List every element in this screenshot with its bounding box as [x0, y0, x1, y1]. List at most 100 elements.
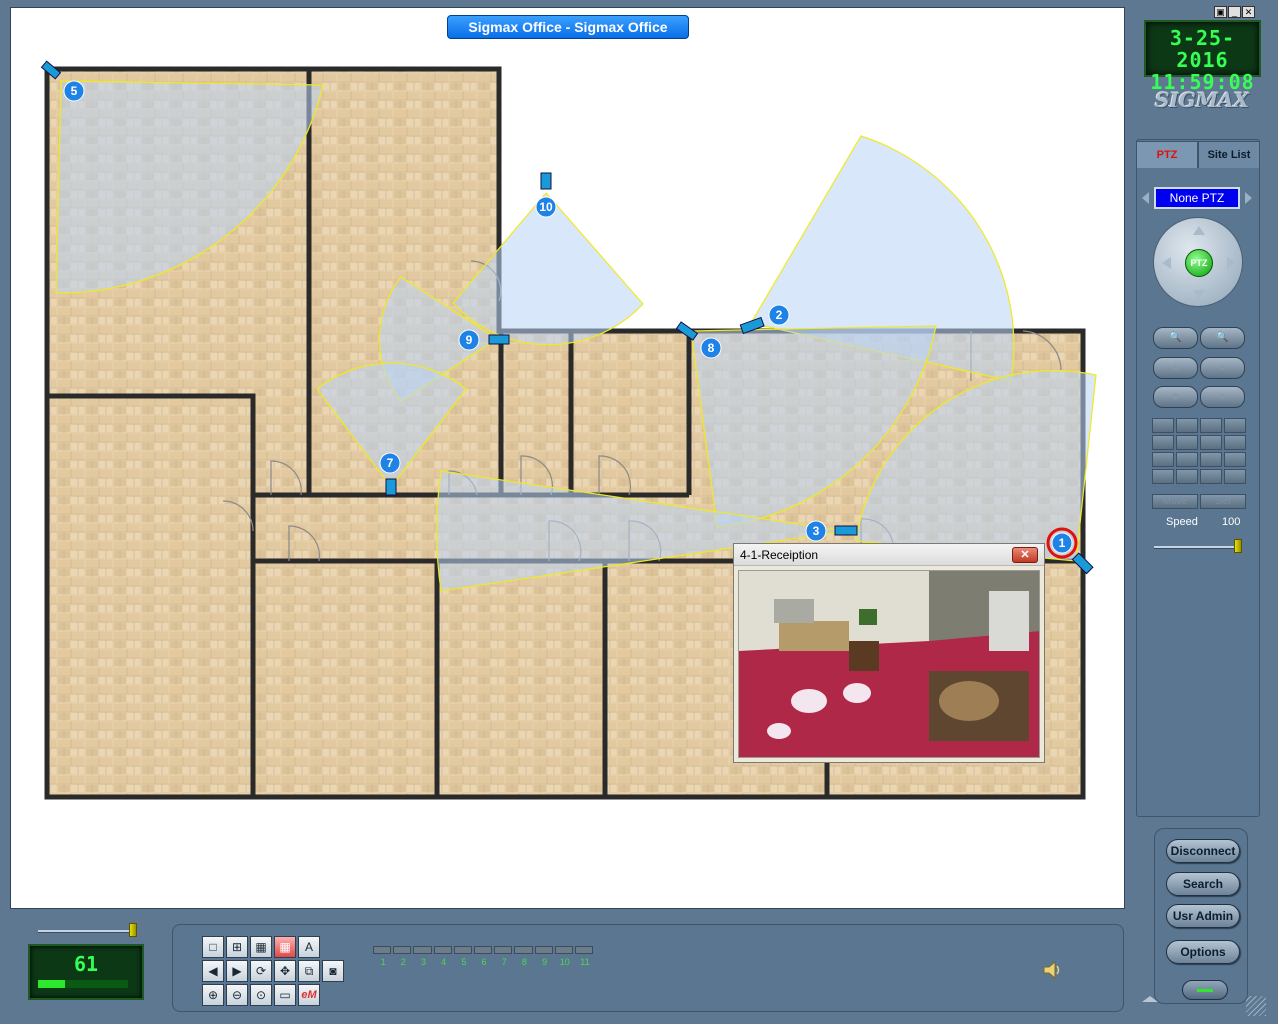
map-zoom-slider-track[interactable] [38, 930, 136, 933]
preset-button[interactable] [1152, 452, 1174, 467]
prev-arrow-icon[interactable]: ◀ [202, 960, 224, 982]
iris-close-button[interactable]: ◆ [1153, 386, 1198, 408]
zoom-out-button[interactable]: 🔍 [1153, 327, 1198, 349]
snapshot-camera-icon[interactable]: ◙ [322, 960, 344, 982]
speaker-icon[interactable] [1041, 959, 1063, 981]
preset-button[interactable] [1176, 469, 1198, 484]
resize-grip-icon[interactable] [1246, 996, 1266, 1016]
tab-ptz[interactable]: PTZ [1136, 141, 1198, 168]
channel-status-cell [393, 946, 412, 954]
pan-down-arrow-icon[interactable] [1193, 290, 1205, 299]
video-popup-titlebar[interactable]: 4-1-Receiption ✕ [734, 544, 1044, 566]
minimize-window-button[interactable]: _ [1228, 6, 1241, 18]
disconnect-button[interactable]: Disconnect [1166, 839, 1240, 863]
channel-status-cell [534, 946, 553, 954]
floor-map[interactable]: 5 10 9 7 8 2 3 1 Sigmax Office - Sigmax … [10, 7, 1125, 909]
options-button[interactable]: Options [1166, 940, 1240, 964]
sixteen-view-icon[interactable]: ▦ [274, 936, 296, 958]
quad-view-icon[interactable]: ⊞ [226, 936, 248, 958]
video-popup-window[interactable]: 4-1-Receiption ✕ [733, 543, 1045, 763]
camera-3-label: 3 [813, 524, 820, 538]
next-arrow-icon[interactable]: ▶ [226, 960, 248, 982]
preset-button[interactable] [1152, 469, 1174, 484]
camera-7-label: 7 [387, 456, 394, 470]
preset-button[interactable] [1224, 435, 1246, 450]
preset-button[interactable] [1224, 469, 1246, 484]
search-button[interactable]: Search [1166, 872, 1240, 896]
speed-label: Speed [1166, 516, 1198, 528]
focus-far-button[interactable]: ▲ [1200, 357, 1245, 379]
channel-counter-display: 61 [28, 944, 144, 1000]
pan-right-arrow-icon[interactable] [1227, 257, 1236, 269]
zoom-reset-icon[interactable]: ⊙ [250, 984, 272, 1006]
iris-control-row: ◆ ◂▸ [1152, 386, 1246, 408]
iris-open-button[interactable]: ◂▸ [1200, 386, 1245, 408]
speed-slider-thumb[interactable] [1234, 539, 1242, 553]
preset-button[interactable] [1224, 418, 1246, 433]
preset-button[interactable] [1200, 435, 1222, 450]
zoom-in-icon[interactable]: ⊕ [202, 984, 224, 1006]
ptz-prev-arrow-icon[interactable] [1142, 192, 1149, 204]
preset-button[interactable] [1152, 418, 1174, 433]
copy-icon[interactable]: ⧉ [298, 960, 320, 982]
channel-number[interactable]: 4 [434, 957, 454, 967]
preset-button[interactable] [1200, 452, 1222, 467]
channel-status-cell [413, 946, 432, 954]
channel-number[interactable]: 8 [514, 957, 534, 967]
fullscreen-icon[interactable]: ▭ [274, 984, 296, 1006]
preset-button[interactable] [1200, 469, 1222, 484]
preset-button[interactable] [1200, 418, 1222, 433]
single-view-icon[interactable]: □ [202, 936, 224, 958]
pan-left-arrow-icon[interactable] [1162, 257, 1171, 269]
zoom-out-icon[interactable]: ⊖ [226, 984, 248, 1006]
close-button[interactable]: ✕ [1012, 547, 1038, 563]
channel-number[interactable]: 9 [535, 957, 555, 967]
ptz-device-select[interactable]: None PTZ [1154, 187, 1240, 209]
rotate-icon[interactable]: ⟳ [250, 960, 272, 982]
channel-status-cell [373, 946, 392, 954]
preset-button[interactable] [1176, 418, 1198, 433]
channel-number[interactable]: 7 [494, 957, 514, 967]
text-overlay-icon[interactable]: A [298, 936, 320, 958]
preset-set-button[interactable]: Set [1200, 494, 1246, 509]
preset-button[interactable] [1152, 435, 1174, 450]
preset-actions: Move Set [1152, 494, 1246, 509]
pan-up-arrow-icon[interactable] [1193, 226, 1205, 235]
counter-level-fill [38, 980, 65, 988]
channel-number[interactable]: 10 [555, 957, 575, 967]
restore-window-button[interactable]: ▣ [1214, 6, 1227, 18]
ptz-center-button[interactable]: PTZ [1185, 249, 1213, 277]
floor-plan-svg[interactable]: 5 10 9 7 8 2 3 1 [11, 8, 1124, 908]
preset-grid [1152, 418, 1246, 484]
ptz-direction-pad[interactable]: PTZ [1153, 217, 1243, 307]
zoom-in-button[interactable]: 🔍 [1200, 327, 1245, 349]
preset-button[interactable] [1176, 435, 1198, 450]
channel-number[interactable]: 2 [393, 957, 413, 967]
usr-admin-button[interactable]: Usr Admin [1166, 904, 1240, 928]
channel-number[interactable]: 3 [413, 957, 433, 967]
channel-number[interactable]: 6 [474, 957, 494, 967]
fit-view-icon[interactable]: ✥ [274, 960, 296, 982]
collapse-arrow-icon[interactable] [1142, 996, 1158, 1002]
speed-slider-track[interactable] [1154, 546, 1242, 549]
preset-move-button[interactable]: Move [1152, 494, 1198, 509]
view-tool-grid: □ ⊞ ▦ ▦ A ◀ ▶ ⟳ ✥ ⧉ ◙ ⊕ ⊖ ⊙ ▭ eM [201, 935, 345, 1007]
channel-number[interactable]: 5 [454, 957, 474, 967]
ptz-next-arrow-icon[interactable] [1245, 192, 1252, 204]
camera-video-feed[interactable] [738, 570, 1040, 758]
preset-button[interactable] [1224, 452, 1246, 467]
preset-button[interactable] [1176, 452, 1198, 467]
channel-number[interactable]: 11 [575, 957, 595, 967]
close-window-button[interactable]: ✕ [1242, 6, 1255, 18]
right-control-panel: ▣ _ ✕ 3-25-2016 11:59:08 SIGMAX PTZ Site… [1130, 6, 1273, 1020]
em-icon[interactable]: eM [298, 984, 320, 1006]
connection-status-indicator [1182, 980, 1228, 1000]
nine-view-icon[interactable]: ▦ [250, 936, 272, 958]
video-popup-title: 4-1-Receiption [740, 548, 819, 562]
channel-number[interactable]: 1 [373, 957, 393, 967]
camera-1-label: 1 [1059, 536, 1066, 550]
tab-site-list[interactable]: Site List [1198, 141, 1260, 168]
camera-5-label: 5 [71, 84, 78, 98]
focus-near-button[interactable]: ▲ [1153, 357, 1198, 379]
map-zoom-slider-thumb[interactable] [129, 923, 137, 937]
